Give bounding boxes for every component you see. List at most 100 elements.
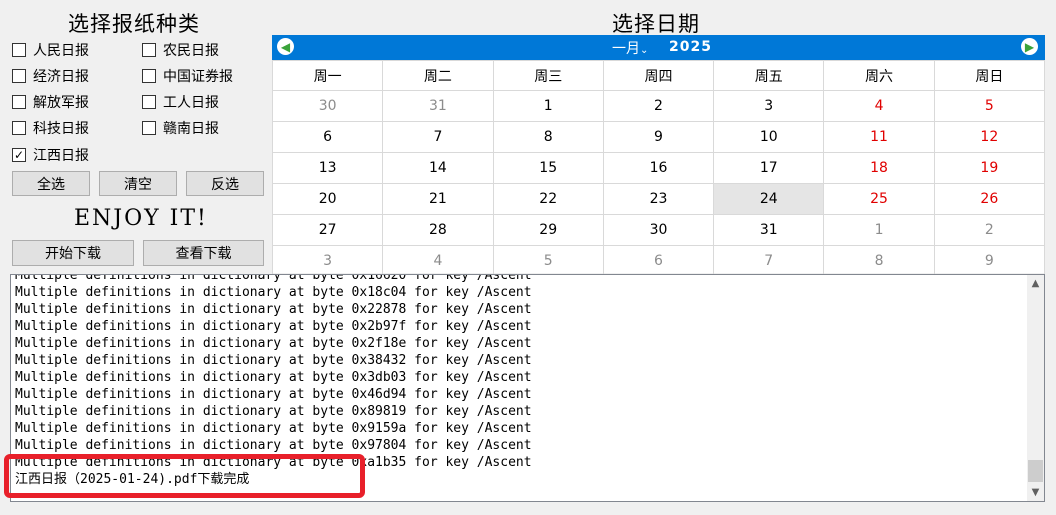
calendar-week-row: 3456789: [271, 245, 1046, 277]
checkbox-checked-icon[interactable]: ✓: [12, 148, 26, 162]
view-download-button[interactable]: 查看下载: [143, 240, 264, 266]
scroll-down-icon[interactable]: ▼: [1027, 484, 1044, 501]
checkbox-unchecked-icon[interactable]: [142, 69, 156, 83]
weekday-row: 周一 周二 周三 周四 周五 周六 周日: [271, 60, 1046, 91]
paper-checkbox[interactable]: 解放军报: [12, 92, 89, 112]
prev-month-button[interactable]: ◀: [277, 38, 294, 55]
calendar-day[interactable]: 12: [933, 121, 1046, 153]
start-download-button[interactable]: 开始下载: [12, 240, 134, 266]
next-month-button[interactable]: ▶: [1021, 38, 1038, 55]
calendar-day[interactable]: 13: [271, 152, 384, 184]
calendar-week-row: 30 31 1 2 3 4 5: [271, 90, 1046, 122]
select-all-button[interactable]: 全选: [12, 171, 90, 196]
calendar-day[interactable]: 31: [382, 90, 494, 122]
paper-label: 江西日报: [33, 148, 89, 164]
calendar-day[interactable]: 19: [933, 152, 1046, 184]
scroll-thumb[interactable]: [1028, 460, 1043, 482]
calendar-day[interactable]: 11: [823, 121, 935, 153]
calendar-day[interactable]: 4: [382, 245, 494, 277]
calendar-day[interactable]: 16: [602, 152, 715, 184]
arrow-left-icon: ◀: [280, 39, 291, 54]
paper-label: 赣南日报: [163, 121, 219, 137]
calendar-day[interactable]: 15: [492, 152, 604, 184]
calendar-day[interactable]: 29: [492, 214, 604, 246]
weekday-header: 周日: [933, 60, 1046, 91]
calendar-week-row: 20 21 22 23 24 25 26: [271, 183, 1046, 215]
log-scrollbar[interactable]: ▲ ▼: [1027, 275, 1044, 501]
calendar-day[interactable]: 20: [271, 183, 384, 215]
calendar-day[interactable]: 7: [382, 121, 494, 153]
calendar-day[interactable]: 7: [713, 245, 825, 277]
calendar-day[interactable]: 26: [933, 183, 1046, 215]
calendar-day[interactable]: 23: [602, 183, 715, 215]
checkbox-unchecked-icon[interactable]: [142, 121, 156, 135]
weekday-header: 周三: [492, 60, 604, 91]
calendar-day[interactable]: 8: [823, 245, 935, 277]
calendar-day[interactable]: 5: [492, 245, 604, 277]
month-selector[interactable]: 一月⌄: [612, 38, 648, 58]
log-line: Multiple definitions in dictionary at by…: [15, 336, 532, 351]
paper-label: 经济日报: [33, 69, 89, 85]
calendar-day[interactable]: 31: [713, 214, 825, 246]
calendar-day[interactable]: 30: [271, 90, 384, 122]
checkbox-unchecked-icon[interactable]: [12, 43, 26, 57]
paper-checkbox[interactable]: ✓ 江西日报: [12, 145, 89, 165]
calendar-day[interactable]: 21: [382, 183, 494, 215]
calendar-week-row: 6 7 8 9 10 11 12: [271, 121, 1046, 153]
calendar-day[interactable]: 1: [823, 214, 935, 246]
calendar-day[interactable]: 14: [382, 152, 494, 184]
paper-type-title: 选择报纸种类: [68, 12, 200, 36]
clear-button[interactable]: 清空: [99, 171, 177, 196]
paper-checkbox[interactable]: 农民日报: [142, 40, 219, 60]
weekday-header: 周二: [382, 60, 494, 91]
paper-checkbox[interactable]: 中国证券报: [142, 66, 233, 86]
paper-label: 中国证券报: [163, 69, 233, 85]
calendar-day[interactable]: 1: [492, 90, 604, 122]
calendar-day[interactable]: 9: [602, 121, 715, 153]
paper-checkbox[interactable]: 经济日报: [12, 66, 89, 86]
log-line: Multiple definitions in dictionary at by…: [15, 387, 532, 402]
calendar-day[interactable]: 22: [492, 183, 604, 215]
calendar-day[interactable]: 24: [713, 183, 825, 215]
calendar-day[interactable]: 6: [602, 245, 715, 277]
log-line: Multiple definitions in dictionary at by…: [15, 421, 532, 436]
calendar-day[interactable]: 2: [602, 90, 715, 122]
calendar-week-row: 27 28 29 30 31 1 2: [271, 214, 1046, 246]
select-date-title: 选择日期: [612, 12, 700, 36]
calendar-day[interactable]: 6: [271, 121, 384, 153]
calendar-day[interactable]: 3: [271, 245, 384, 277]
calendar-day[interactable]: 5: [933, 90, 1046, 122]
calendar-day[interactable]: 8: [492, 121, 604, 153]
calendar-day[interactable]: 10: [713, 121, 825, 153]
paper-checkbox[interactable]: 人民日报: [12, 40, 89, 60]
log-line: Multiple definitions in dictionary at by…: [15, 319, 532, 334]
scroll-up-icon[interactable]: ▲: [1027, 275, 1044, 292]
paper-checkbox[interactable]: 科技日报: [12, 118, 89, 138]
calendar-day[interactable]: 4: [823, 90, 935, 122]
invert-selection-button[interactable]: 反选: [186, 171, 264, 196]
calendar-day[interactable]: 2: [933, 214, 1046, 246]
calendar-day[interactable]: 27: [271, 214, 384, 246]
checkbox-unchecked-icon[interactable]: [12, 69, 26, 83]
checkbox-unchecked-icon[interactable]: [142, 43, 156, 57]
calendar-day[interactable]: 9: [933, 245, 1046, 277]
calendar-day[interactable]: 28: [382, 214, 494, 246]
paper-label: 解放军报: [33, 95, 89, 111]
paper-checkbox[interactable]: 工人日报: [142, 92, 219, 112]
paper-label: 科技日报: [33, 121, 89, 137]
checkbox-unchecked-icon[interactable]: [142, 95, 156, 109]
calendar-day[interactable]: 18: [823, 152, 935, 184]
calendar-day[interactable]: 3: [713, 90, 825, 122]
checkbox-unchecked-icon[interactable]: [12, 95, 26, 109]
calendar-day[interactable]: 25: [823, 183, 935, 215]
enjoy-slogan: ENJOY IT!: [74, 206, 208, 231]
arrow-right-icon: ▶: [1024, 39, 1035, 54]
calendar-day[interactable]: 30: [602, 214, 715, 246]
year-selector[interactable]: 2025: [669, 39, 712, 55]
paper-checkbox[interactable]: 赣南日报: [142, 118, 219, 138]
calendar-day[interactable]: 17: [713, 152, 825, 184]
calendar-grid: 周一 周二 周三 周四 周五 周六 周日 30 31 1 2 3 4 5 6 7 8 9 10 11 12 13 14 15…: [271, 60, 1046, 277]
log-line: Multiple definitions in dictionary at by…: [15, 274, 532, 283]
checkbox-unchecked-icon[interactable]: [12, 121, 26, 135]
log-line: Multiple definitions in dictionary at by…: [15, 353, 532, 368]
